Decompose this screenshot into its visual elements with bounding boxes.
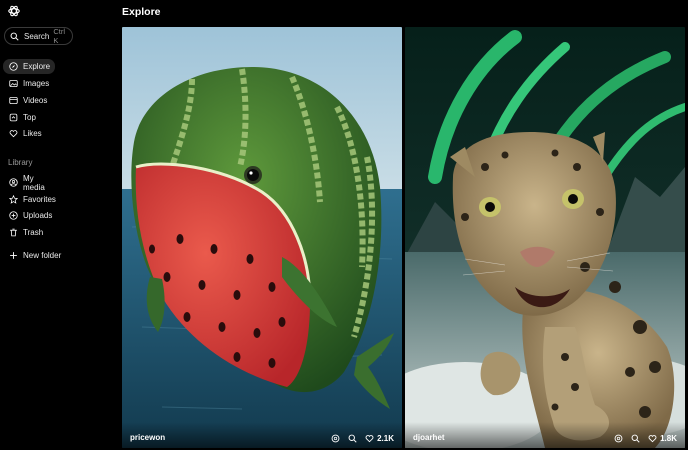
search-icon: [10, 32, 19, 41]
upload-icon: [9, 211, 18, 220]
nav-item-images[interactable]: Images: [3, 76, 55, 91]
image-icon: [9, 80, 18, 87]
page-title: Explore: [122, 6, 161, 18]
search-button[interactable]: Search Ctrl K: [4, 27, 73, 45]
nav-item-explore[interactable]: Explore: [3, 59, 55, 74]
card-author[interactable]: djoarhet: [413, 433, 445, 442]
heart-icon: [365, 435, 374, 443]
search-icon[interactable]: [631, 434, 640, 443]
search-shortcut: Ctrl K: [53, 27, 66, 45]
compass-icon: [9, 62, 18, 71]
snow-leopard-aurora-image: [405, 27, 685, 448]
like-button[interactable]: 1.8K: [648, 434, 677, 443]
watermelon-whale-image: [122, 27, 402, 448]
remix-icon[interactable]: [331, 434, 340, 443]
star-icon: [9, 195, 18, 204]
heart-icon: [648, 435, 657, 443]
new-folder-icon: [10, 252, 17, 259]
nav-label: Videos: [23, 96, 48, 105]
new-folder-button[interactable]: New folder: [3, 248, 69, 263]
library-label: My media: [23, 173, 45, 192]
library-label: Uploads: [23, 211, 53, 220]
library-heading: Library: [8, 158, 33, 167]
library-item-uploads[interactable]: Uploads: [3, 208, 55, 223]
nav-item-likes[interactable]: Likes: [3, 126, 55, 141]
card-actions: 2.1K: [331, 434, 394, 443]
media-card[interactable]: pricewon 2.1K: [122, 27, 402, 448]
trash-icon: [10, 228, 17, 237]
logo-icon[interactable]: [7, 4, 21, 18]
remix-icon[interactable]: [614, 434, 623, 443]
my-media-icon: [9, 178, 18, 187]
nav-label: Top: [23, 113, 36, 122]
nav-label: Likes: [23, 129, 42, 138]
library-item-favorites[interactable]: Favorites: [3, 192, 56, 207]
like-button[interactable]: 2.1K: [365, 434, 394, 443]
library-label: New folder: [23, 251, 62, 260]
nav-item-videos[interactable]: Videos: [3, 93, 55, 108]
top-icon: [9, 113, 18, 122]
search-label: Search: [24, 31, 50, 41]
search-icon[interactable]: [348, 434, 357, 443]
like-count: 1.8K: [660, 434, 677, 443]
card-actions: 1.8K: [614, 434, 677, 443]
library-item-my-media[interactable]: My media: [3, 173, 55, 192]
video-icon: [9, 97, 18, 104]
like-count: 2.1K: [377, 434, 394, 443]
nav-label: Images: [23, 79, 50, 88]
sidebar: Search Ctrl K Explore Images Videos Top: [0, 0, 112, 450]
heart-icon: [9, 130, 18, 138]
library-item-trash[interactable]: Trash: [3, 225, 55, 240]
library-label: Favorites: [23, 195, 56, 204]
card-author[interactable]: pricewon: [130, 433, 165, 442]
library-label: Trash: [23, 228, 44, 237]
media-card[interactable]: djoarhet 1.8K: [405, 27, 685, 448]
nav-item-top[interactable]: Top: [3, 110, 55, 125]
nav-label: Explore: [23, 62, 51, 71]
